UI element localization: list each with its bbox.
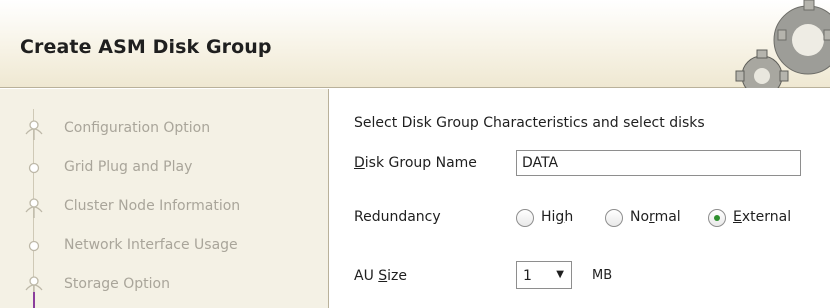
- step-dot-icon: [24, 157, 44, 179]
- nav-step-storage-option[interactable]: Storage Option: [20, 274, 320, 296]
- nav-step-label: Network Interface Usage: [64, 237, 238, 253]
- nav-step-grid-plug-and-play[interactable]: Grid Plug and Play: [20, 157, 320, 179]
- au-size-value: 1: [523, 268, 532, 284]
- header-banner: Create ASM Disk Group: [0, 0, 830, 88]
- radio-circle-icon: [605, 209, 623, 227]
- disk-group-form: Select Disk Group Characteristics and se…: [330, 89, 830, 308]
- radio-circle-icon: [516, 209, 534, 227]
- au-size-unit: MB: [592, 268, 613, 283]
- create-asm-disk-group-window: Create ASM Disk Group Configuration Opti…: [0, 0, 830, 308]
- radio-label: External: [733, 209, 792, 225]
- label-text: isk Group Name: [364, 155, 477, 171]
- active-step-indicator: [33, 292, 35, 308]
- nav-step-label: Storage Option: [64, 276, 170, 292]
- disk-group-name-label: Disk Group Name: [354, 155, 477, 171]
- page-title: Create ASM Disk Group: [20, 36, 272, 58]
- nav-step-cluster-node-information[interactable]: Cluster Node Information: [20, 196, 320, 218]
- disk-group-name-input[interactable]: [516, 150, 801, 176]
- radio-label: High: [541, 209, 574, 225]
- label-mnemonic: D: [354, 155, 365, 171]
- nav-step-label: Configuration Option: [64, 120, 211, 136]
- radio-selected-dot-icon: [714, 215, 720, 221]
- radio-circle-icon: [708, 209, 726, 227]
- nav-step-configuration-option[interactable]: Configuration Option: [20, 118, 320, 140]
- nav-step-network-interface-usage[interactable]: Network Interface Usage: [20, 235, 320, 257]
- step-person-icon: [24, 196, 44, 218]
- nav-step-label: Cluster Node Information: [64, 198, 241, 214]
- nav-step-label: Grid Plug and Play: [64, 159, 193, 175]
- gears-logo-icon: [735, 0, 830, 88]
- step-person-icon: [24, 118, 44, 140]
- instruction-text: Select Disk Group Characteristics and se…: [354, 115, 705, 131]
- au-size-select[interactable]: 1 ▼: [516, 261, 572, 289]
- au-size-label: AU Size: [354, 268, 408, 284]
- dropdown-arrow-icon: ▼: [556, 269, 564, 280]
- radio-label: Normal: [630, 209, 681, 225]
- step-navigation: Configuration Option Grid Plug and Play …: [0, 89, 329, 308]
- step-dot-icon: [24, 235, 44, 257]
- redundancy-label: Redundancy: [354, 209, 441, 225]
